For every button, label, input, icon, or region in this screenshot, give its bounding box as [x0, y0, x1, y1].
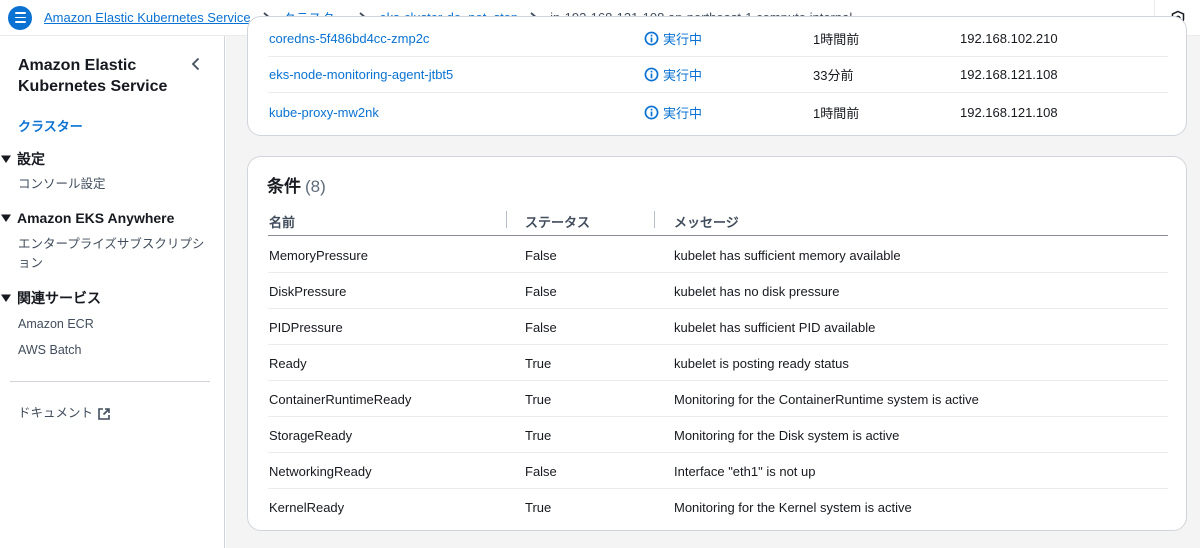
caret-down-icon	[1, 155, 11, 163]
table-row: Ready True kubelet is posting ready stat…	[268, 345, 1168, 381]
pods-card: coredns-5f486bd4cc-zmp2c 実行中 1時間前 192.16…	[247, 16, 1187, 136]
sidebar-item-aws-batch[interactable]: AWS Batch	[18, 341, 81, 360]
condition-name: StorageReady	[269, 428, 353, 443]
menu-icon[interactable]	[8, 5, 32, 30]
sidebar-item-console-settings[interactable]: コンソール設定	[18, 175, 106, 194]
condition-message: Monitoring for the Kernel system is acti…	[674, 500, 912, 515]
condition-name: MemoryPressure	[269, 248, 368, 263]
pod-link[interactable]: kube-proxy-mw2nk	[269, 105, 379, 120]
column-header-message[interactable]: メッセージ	[674, 212, 739, 231]
table-row: DiskPressure False kubelet has no disk p…	[268, 273, 1168, 309]
condition-message: Monitoring for the Disk system is active	[674, 428, 900, 443]
condition-message: kubelet has no disk pressure	[674, 284, 840, 299]
column-divider[interactable]	[506, 211, 507, 228]
table-row: ContainerRuntimeReady True Monitoring fo…	[268, 381, 1168, 417]
sidebar-item-amazon-ecr[interactable]: Amazon ECR	[18, 315, 94, 334]
collapse-sidebar-icon[interactable]	[188, 56, 204, 72]
status-running: 実行中	[644, 65, 702, 84]
condition-status: False	[525, 284, 557, 299]
sidebar-item-enterprise-subscription[interactable]: エンタープライズサブスクリプション	[18, 235, 208, 273]
condition-name: DiskPressure	[269, 284, 347, 299]
column-header-name[interactable]: 名前	[269, 212, 295, 231]
condition-message: kubelet has sufficient memory available	[674, 248, 901, 263]
condition-message: Monitoring for the ContainerRuntime syst…	[674, 392, 979, 407]
condition-status: False	[525, 248, 557, 263]
table-row: PIDPressure False kubelet has sufficient…	[268, 309, 1168, 345]
status-running: 実行中	[644, 29, 702, 48]
section-related-services[interactable]: 関連サービス	[0, 288, 101, 308]
pod-link[interactable]: eks-node-monitoring-agent-jtbt5	[269, 67, 453, 82]
conditions-title: 条件 (8)	[267, 177, 326, 196]
sidebar-divider	[10, 381, 210, 382]
condition-name: Ready	[269, 356, 307, 371]
pod-link[interactable]: coredns-5f486bd4cc-zmp2c	[269, 31, 429, 46]
condition-message: Interface "eth1" is not up	[674, 464, 816, 479]
side-nav-title: Amazon Elastic Kubernetes Service	[18, 57, 168, 95]
table-row: StorageReady True Monitoring for the Dis…	[268, 417, 1168, 453]
condition-status: False	[525, 320, 557, 335]
pod-ip: 192.168.102.210	[960, 31, 1058, 46]
column-header-status[interactable]: ステータス	[525, 212, 590, 231]
pod-ip: 192.168.121.108	[960, 67, 1058, 82]
pod-age: 1時間前	[813, 32, 860, 47]
column-divider[interactable]	[654, 211, 655, 228]
status-running: 実行中	[644, 103, 702, 122]
sidebar-item-clusters[interactable]: クラスター	[18, 116, 83, 135]
conditions-count: (8)	[305, 177, 326, 196]
table-row: coredns-5f486bd4cc-zmp2c 実行中 1時間前 192.16…	[268, 21, 1168, 57]
pod-age: 33分前	[813, 68, 854, 83]
condition-status: True	[525, 356, 552, 371]
breadcrumb-eks-service[interactable]: Amazon Elastic Kubernetes Service	[44, 10, 251, 25]
info-status-icon	[644, 67, 659, 82]
condition-message: kubelet is posting ready status	[674, 356, 849, 371]
condition-status: True	[525, 500, 552, 515]
caret-down-icon	[1, 294, 11, 302]
caret-down-icon	[1, 214, 11, 222]
condition-status: False	[525, 464, 557, 479]
pod-ip: 192.168.121.108	[960, 104, 1058, 120]
table-row: MemoryPressure False kubelet has suffici…	[268, 237, 1168, 273]
condition-name: ContainerRuntimeReady	[269, 392, 412, 407]
condition-status: True	[525, 428, 552, 443]
info-status-icon	[644, 31, 659, 46]
conditions-card: 条件 (8) 名前 ステータス メッセージ MemoryPressure Fals…	[247, 156, 1187, 531]
table-header: 名前 ステータス メッセージ	[268, 204, 1168, 236]
sidebar-item-documentation[interactable]: ドキュメント	[18, 404, 111, 423]
info-status-icon	[644, 105, 659, 119]
condition-status: True	[525, 392, 552, 407]
section-eks-anywhere[interactable]: Amazon EKS Anywhere	[0, 210, 174, 226]
condition-message: kubelet has sufficient PID available	[674, 320, 876, 335]
condition-name: PIDPressure	[269, 320, 343, 335]
section-settings[interactable]: 設定	[0, 149, 45, 169]
table-row: eks-node-monitoring-agent-jtbt5 実行中 33分前…	[268, 57, 1168, 93]
table-row: KernelReady True Monitoring for the Kern…	[268, 489, 1168, 525]
side-navigation: Amazon Elastic Kubernetes Service クラスター …	[0, 36, 225, 548]
pod-age: 1時間前	[813, 105, 860, 121]
table-row: kube-proxy-mw2nk 実行中 1時間前 192.168.121.10…	[268, 94, 1168, 130]
table-row: NetworkingReady False Interface "eth1" i…	[268, 453, 1168, 489]
external-link-icon	[98, 407, 110, 420]
condition-name: KernelReady	[269, 500, 345, 515]
condition-name: NetworkingReady	[269, 464, 372, 479]
main-content: coredns-5f486bd4cc-zmp2c 実行中 1時間前 192.16…	[226, 16, 1200, 548]
